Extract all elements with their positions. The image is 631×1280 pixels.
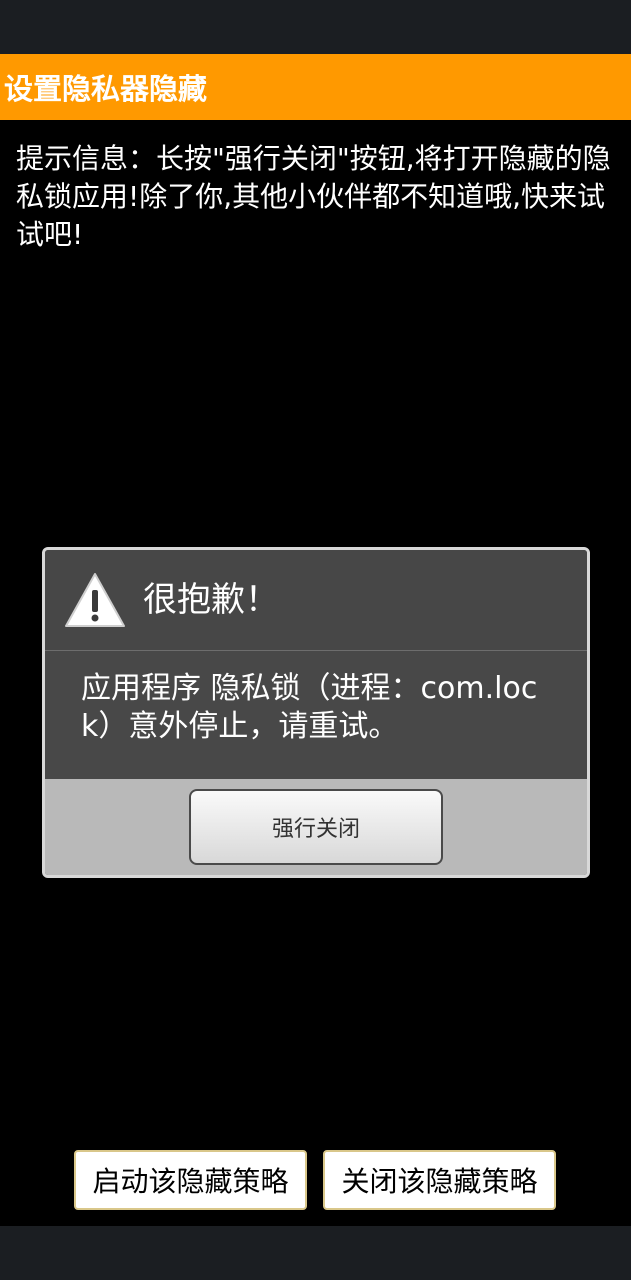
warning-icon <box>65 573 125 627</box>
dialog-title: 很抱歉！ <box>143 580 279 620</box>
force-close-button[interactable]: 强行关闭 <box>189 789 443 865</box>
stop-hide-strategy-button[interactable]: 关闭该隐藏策略 <box>323 1150 556 1210</box>
dialog-footer: 强行关闭 <box>45 779 587 875</box>
hint-message: 提示信息：长按"强行关闭"按钮,将打开隐藏的隐私锁应用!除了你,其他小伙伴都不知… <box>16 142 611 251</box>
app-title: 设置隐私器隐藏 <box>4 72 208 106</box>
status-bar <box>0 0 631 54</box>
navigation-bar <box>0 1226 631 1280</box>
dialog-message: 应用程序 隐私锁（进程：com.lock）意外停止，请重试。 <box>81 671 538 744</box>
error-dialog-preview: 很抱歉！ 应用程序 隐私锁（进程：com.lock）意外停止，请重试。 强行关闭 <box>42 547 590 878</box>
dialog-header: 很抱歉！ <box>45 550 587 651</box>
title-bar: 设置隐私器隐藏 <box>0 54 631 120</box>
start-hide-strategy-button[interactable]: 启动该隐藏策略 <box>74 1150 307 1210</box>
